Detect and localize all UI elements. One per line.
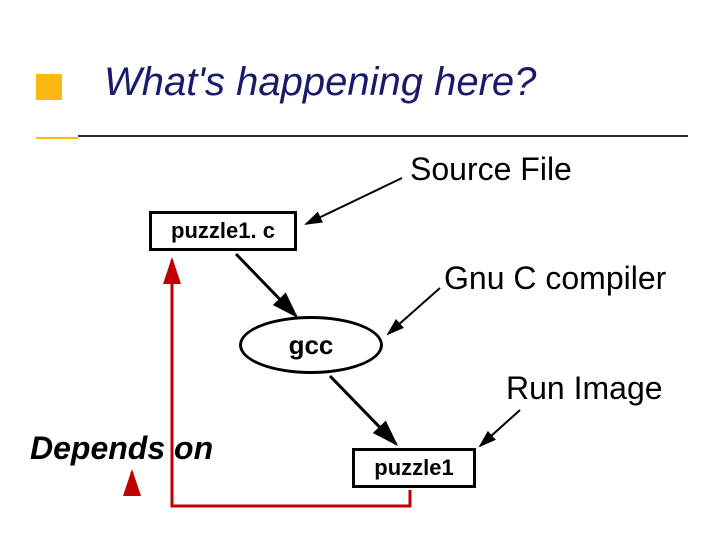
label-run-image: Run Image [506,370,663,407]
node-gcc-text: gcc [289,330,334,361]
node-puzzle1c: puzzle1. c [149,211,297,251]
node-puzzle1-text: puzzle1 [374,455,453,481]
node-gcc: gcc [239,316,383,374]
title-underline-accent [36,137,78,139]
title-underline [78,135,688,137]
node-puzzle1c-text: puzzle1. c [171,218,275,244]
label-gnu-compiler: Gnu C compiler [444,260,666,297]
label-depends-on: Depends on [30,430,213,467]
label-source-file: Source File [410,151,572,188]
slide-title: What's happening here? [104,60,536,105]
node-puzzle1: puzzle1 [352,448,476,488]
title-bullet-icon [36,74,62,100]
